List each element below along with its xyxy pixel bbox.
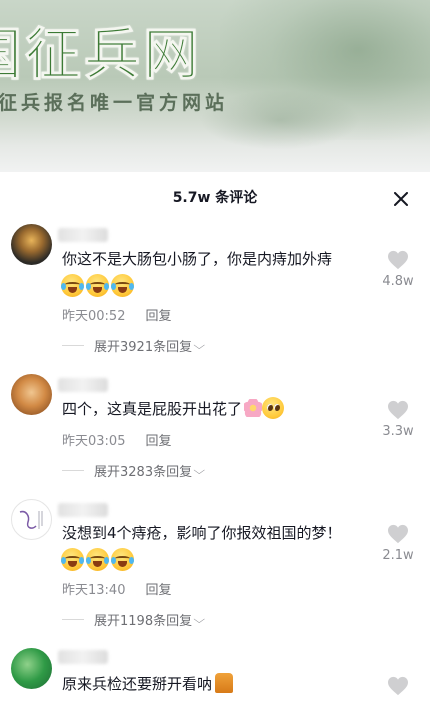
expand-replies-label: 展开3921条回复 — [94, 340, 193, 355]
comments-header: 5.7w 条评论 — [0, 186, 430, 210]
comment-text-content: 原来兵检还要掰开看呐 — [62, 675, 213, 693]
cat-sticker — [215, 673, 234, 693]
pleading-emoji — [262, 397, 285, 419]
comment-emoji-row — [61, 274, 134, 297]
username-redacted — [58, 228, 108, 242]
divider — [62, 470, 84, 471]
expand-replies-label: 展开1198条回复 — [94, 614, 193, 629]
like-button[interactable]: 4.8w — [378, 250, 418, 289]
chevron-down-icon: ⌵ — [193, 463, 206, 477]
comments-count-title: 5.7w 条评论 — [172, 190, 258, 206]
like-button[interactable]: 3.3w — [378, 400, 418, 439]
laugh-cry-emoji — [111, 548, 134, 571]
comment-time: 昨天03:05 — [62, 434, 126, 449]
like-count: 3.3w — [382, 424, 414, 439]
avatar[interactable] — [11, 648, 52, 689]
expand-replies-label: 展开3283条回复 — [94, 465, 193, 480]
comment-meta: 昨天00:52 回复 — [62, 305, 171, 324]
expand-replies-button[interactable]: 展开1198条回复 ⌵ — [62, 610, 206, 629]
username-redacted — [58, 503, 108, 517]
avatar[interactable] — [11, 224, 52, 265]
reply-button[interactable]: 回复 — [145, 583, 171, 598]
laugh-cry-emoji — [86, 548, 109, 571]
chevron-down-icon: ⌵ — [193, 612, 206, 626]
like-count: 2.1w — [382, 548, 414, 563]
laugh-cry-emoji — [61, 274, 84, 297]
divider — [62, 619, 84, 620]
comments-sheet: 5.7w 条评论 你这不是大肠包小肠了，你是内痔加外痔 昨天00:52 回复 展开… — [0, 172, 430, 701]
comment-text: 四个，这真是屁股开出花了 — [62, 397, 372, 422]
laugh-cry-emoji — [86, 274, 109, 297]
laugh-cry-emoji — [111, 274, 134, 297]
close-button[interactable] — [390, 188, 412, 210]
comment-text: 你这不是大肠包小肠了，你是内痔加外痔 — [62, 250, 333, 268]
comment-time: 昨天00:52 — [62, 309, 126, 324]
heart-icon — [388, 676, 408, 696]
comment-meta: 昨天03:05 回复 — [62, 430, 171, 449]
reply-button[interactable]: 回复 — [145, 434, 171, 449]
expand-replies-button[interactable]: 展开3921条回复 ⌵ — [62, 336, 206, 355]
banner-logo-text: 国征兵网 — [0, 22, 202, 89]
divider — [62, 345, 84, 346]
avatar-illustration — [19, 510, 43, 529]
chevron-down-icon: ⌵ — [193, 338, 206, 352]
website-banner: 国征兵网 征兵报名唯一官方网站 — [0, 0, 430, 172]
username-redacted — [58, 650, 108, 664]
expand-replies-button[interactable]: 展开3283条回复 ⌵ — [62, 461, 206, 480]
like-button[interactable]: 2.1w — [378, 524, 418, 563]
reply-button[interactable]: 回复 — [145, 309, 171, 324]
like-count: 4.8w — [382, 274, 414, 289]
username-redacted — [58, 378, 108, 392]
comment-text: 没想到4个痔疮，影响了你报效祖国的梦！ — [62, 524, 342, 542]
flower-emoji — [244, 399, 263, 417]
comment-emoji-row — [61, 548, 134, 571]
laugh-cry-emoji — [61, 548, 84, 571]
comment-time: 昨天13:40 — [62, 583, 126, 598]
comment-meta: 昨天13:40 回复 — [62, 579, 171, 598]
heart-icon — [388, 400, 408, 420]
like-button[interactable] — [378, 676, 418, 696]
heart-icon — [388, 250, 408, 270]
comment-text-content: 四个，这真是屁股开出花了 — [62, 400, 243, 418]
close-icon — [394, 192, 408, 206]
comment-text: 原来兵检还要掰开看呐 — [62, 672, 372, 697]
banner-tagline: 征兵报名唯一官方网站 — [0, 92, 229, 114]
avatar[interactable] — [11, 374, 52, 415]
heart-icon — [388, 524, 408, 544]
avatar[interactable] — [11, 499, 52, 540]
